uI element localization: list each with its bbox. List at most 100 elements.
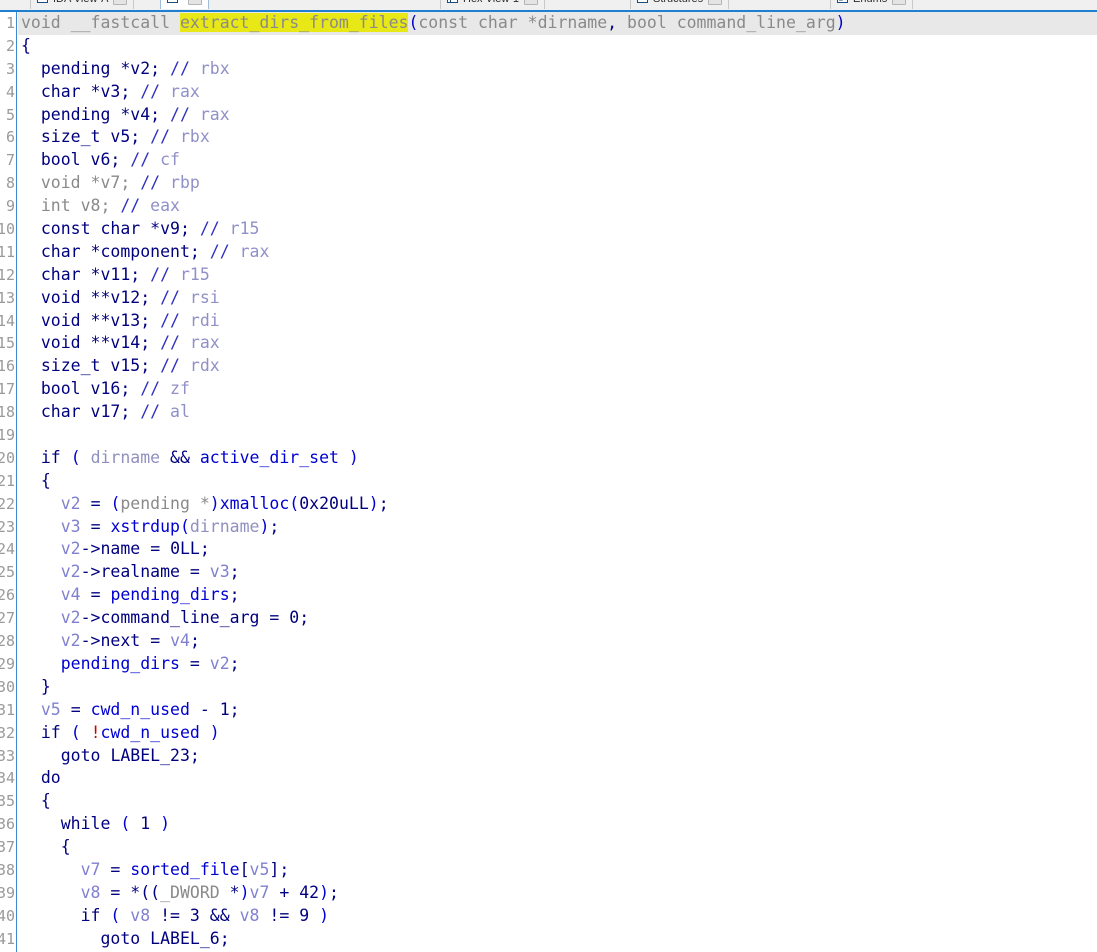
code-token[interactable]: ) [319,883,329,902]
code-token[interactable]: 1 [140,814,150,833]
code-token[interactable]: // [170,59,190,78]
code-token[interactable]: ) [319,906,329,925]
pseudocode-code-area[interactable]: void __fastcall extract_dirs_from_files(… [18,12,1097,952]
code-token[interactable]: , [607,13,617,32]
tab-close-icon[interactable] [188,0,202,5]
code-token[interactable] [160,105,170,124]
code-token[interactable] [21,311,41,330]
code-token[interactable] [200,562,210,581]
code-token[interactable]: dirname [538,13,608,32]
code-token[interactable]: v4 [61,585,81,604]
code-token[interactable]: ; [230,700,240,719]
code-token[interactable] [21,402,41,421]
code-token[interactable]: r15 [170,265,210,284]
code-token[interactable]: rbx [170,127,210,146]
code-line[interactable]: v5 = cwd_n_used - 1; [18,699,1097,722]
code-token[interactable]: ) [240,883,250,902]
code-token[interactable]: // [200,219,220,238]
code-token[interactable]: ( [180,517,190,536]
code-token[interactable]: } [41,677,51,696]
code-token[interactable]: ; [200,539,210,558]
code-token[interactable]: ; [230,562,240,581]
code-token[interactable]: ) [259,517,269,536]
code-token[interactable]: v4 [170,631,190,650]
code-token[interactable]: ; [190,631,200,650]
code-line[interactable]: { [18,35,1097,58]
code-token[interactable] [101,746,111,765]
code-token[interactable] [100,883,110,902]
tab-close-icon[interactable] [892,0,907,5]
code-token[interactable]: bool [41,150,91,169]
code-token[interactable]: ) [160,814,170,833]
code-token[interactable] [21,539,61,558]
code-line[interactable]: size_t v15; // rdx [18,355,1097,378]
code-token[interactable]: pending [41,59,120,78]
code-token[interactable] [21,242,41,261]
code-token[interactable]: pending [120,494,199,513]
code-token[interactable] [21,219,41,238]
code-token[interactable] [81,700,91,719]
code-token[interactable] [101,517,111,536]
code-token[interactable]: v2 [61,494,81,513]
code-token[interactable]: 9 [299,906,309,925]
code-token[interactable] [81,448,91,467]
code-token[interactable] [150,814,160,833]
code-token[interactable]: { [21,36,31,55]
code-token[interactable]: rax [160,82,200,101]
code-line[interactable]: goto LABEL_23; [18,745,1097,768]
view-tab-strip[interactable]: IDA View-A Hex View-1 Structures E Enums [0,0,1097,12]
code-token[interactable] [21,631,61,650]
code-token[interactable] [190,448,200,467]
code-line[interactable]: char *v11; // r15 [18,264,1097,287]
code-token[interactable]: = [150,631,160,650]
code-token[interactable]: ; [269,517,279,536]
code-token[interactable]: ) [836,13,846,32]
code-token[interactable] [21,677,41,696]
code-token[interactable] [21,562,61,581]
code-token[interactable] [21,883,81,902]
code-token[interactable]: ; [230,654,240,673]
code-token[interactable]: ; [299,608,309,627]
code-token[interactable]: *component; [91,242,200,261]
code-token[interactable]: LABEL_6 [150,929,220,948]
code-token[interactable] [21,768,41,787]
code-token[interactable] [21,59,41,78]
code-line[interactable]: pending *v4; // rax [18,104,1097,127]
code-token[interactable]: void [41,288,91,307]
code-token[interactable] [21,105,41,124]
code-token[interactable]: ) [210,494,220,513]
code-token[interactable]: != [160,906,180,925]
code-token[interactable] [130,82,140,101]
code-token[interactable] [21,356,41,375]
code-token[interactable]: // [150,127,170,146]
code-token[interactable] [21,196,41,215]
code-token[interactable] [120,906,130,925]
code-token[interactable]: ) [349,448,359,467]
code-token[interactable] [140,539,150,558]
code-token[interactable] [21,608,61,627]
code-token[interactable]: v16; [91,379,131,398]
code-token[interactable]: v15; [110,356,150,375]
code-token[interactable] [130,379,140,398]
code-token[interactable]: cwd_n_used [91,700,190,719]
code-token[interactable] [200,654,210,673]
code-token[interactable]: rax [230,242,270,261]
tab-close-icon[interactable] [708,0,723,5]
highlighted-symbol[interactable]: extract_dirs_from_files [179,13,409,32]
code-line[interactable]: int v8; // eax [18,195,1097,218]
code-token[interactable]: cwd_n_used [101,723,200,742]
code-token[interactable]: ( [110,494,120,513]
code-line[interactable]: v4 = pending_dirs; [18,584,1097,607]
code-token[interactable] [21,746,61,765]
code-token[interactable]: r15 [220,219,260,238]
code-token[interactable]: ! [91,723,101,742]
code-line[interactable]: void **v14; // rax [18,332,1097,355]
code-token[interactable] [61,723,71,742]
code-token[interactable] [190,219,200,238]
code-token[interactable]: void [41,173,91,192]
code-token[interactable] [110,814,120,833]
code-line[interactable]: { [18,836,1097,859]
code-token[interactable] [101,494,111,513]
code-line[interactable]: v2 = (pending *)xmalloc(0x20uLL); [18,493,1097,516]
code-token[interactable] [21,379,41,398]
